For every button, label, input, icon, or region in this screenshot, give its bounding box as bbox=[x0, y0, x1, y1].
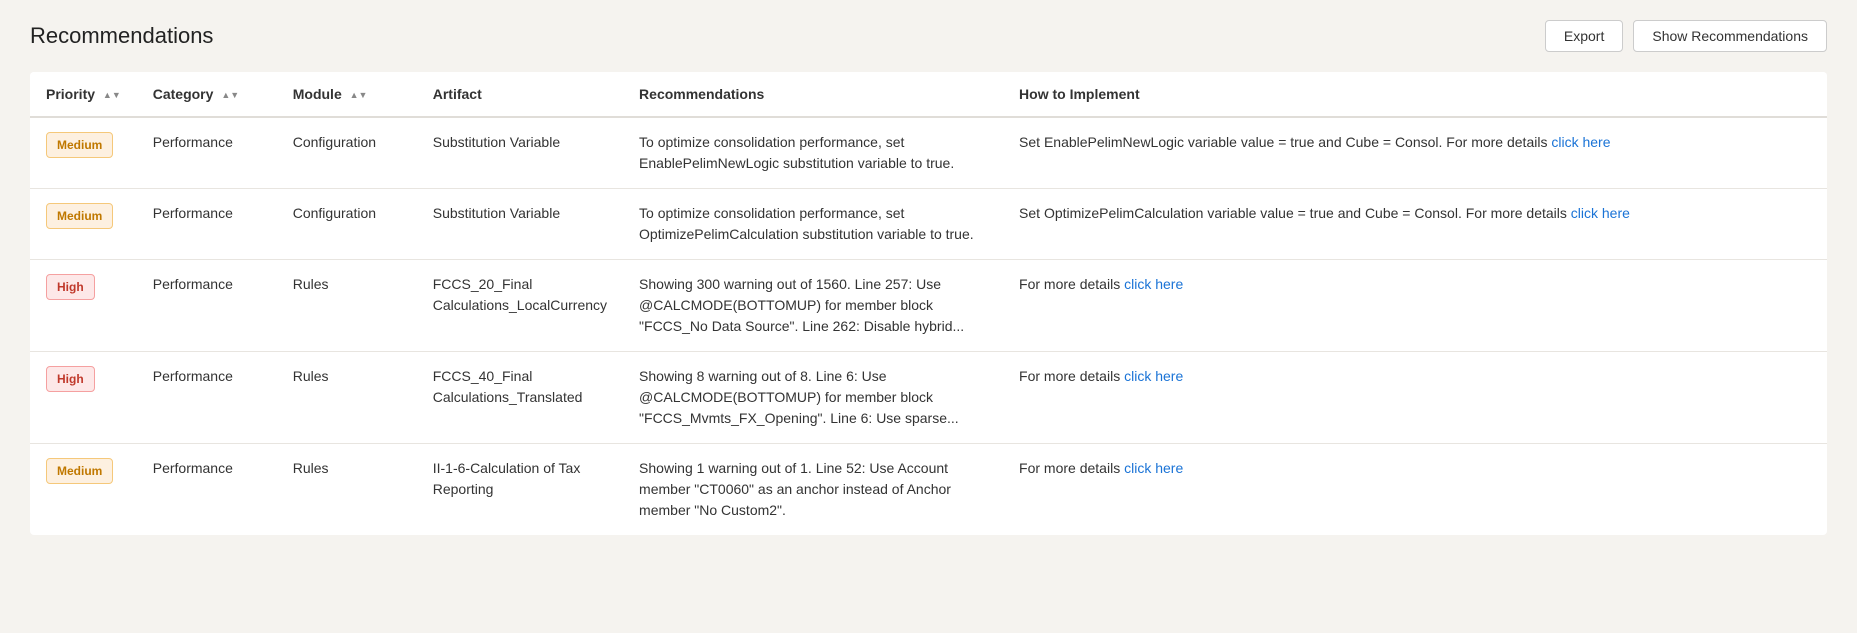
col-header-recommendations: Recommendations bbox=[623, 72, 1003, 117]
cell-artifact: II-1-6-Calculation of Tax Reporting bbox=[417, 444, 623, 536]
cell-category: Performance bbox=[137, 189, 277, 260]
cell-category: Performance bbox=[137, 444, 277, 536]
implement-link[interactable]: click here bbox=[1124, 368, 1183, 384]
table-body: MediumPerformanceConfigurationSubstituti… bbox=[30, 117, 1827, 535]
cell-implement: For more details click here bbox=[1003, 352, 1827, 444]
cell-implement: Set OptimizePelimCalculation variable va… bbox=[1003, 189, 1827, 260]
cell-priority: High bbox=[30, 260, 137, 352]
priority-badge: Medium bbox=[46, 458, 113, 484]
cell-module: Rules bbox=[277, 260, 417, 352]
cell-artifact: Substitution Variable bbox=[417, 189, 623, 260]
header-row: Recommendations Export Show Recommendati… bbox=[30, 20, 1827, 52]
cell-recommendations: To optimize consolidation performance, s… bbox=[623, 189, 1003, 260]
show-recommendations-button[interactable]: Show Recommendations bbox=[1633, 20, 1827, 52]
table-row: High PerformanceRulesFCCS_20_Final Calcul… bbox=[30, 260, 1827, 352]
implement-link[interactable]: click here bbox=[1571, 205, 1630, 221]
cell-artifact: FCCS_20_Final Calculations_LocalCurrency bbox=[417, 260, 623, 352]
table-row: Medium PerformanceConfigurationSubstituti… bbox=[30, 189, 1827, 260]
page-container: Recommendations Export Show Recommendati… bbox=[0, 0, 1857, 633]
cell-module: Rules bbox=[277, 444, 417, 536]
implement-link[interactable]: click here bbox=[1551, 134, 1610, 150]
header-actions: Export Show Recommendations bbox=[1545, 20, 1827, 52]
recommendations-table: Priority ▲▼ Category ▲▼ Module ▲▼ Artifa… bbox=[30, 72, 1827, 535]
table-row: Medium PerformanceConfigurationSubstituti… bbox=[30, 117, 1827, 189]
export-button[interactable]: Export bbox=[1545, 20, 1623, 52]
cell-priority: Medium bbox=[30, 444, 137, 536]
cell-category: Performance bbox=[137, 117, 277, 189]
priority-badge: Medium bbox=[46, 203, 113, 229]
cell-category: Performance bbox=[137, 260, 277, 352]
cell-recommendations: To optimize consolidation performance, s… bbox=[623, 117, 1003, 189]
sort-arrows-category: ▲▼ bbox=[221, 91, 239, 100]
col-header-priority[interactable]: Priority ▲▼ bbox=[30, 72, 137, 117]
cell-implement: For more details click here bbox=[1003, 444, 1827, 536]
table-row: Medium PerformanceRulesII-1-6-Calculation… bbox=[30, 444, 1827, 536]
cell-priority: High bbox=[30, 352, 137, 444]
cell-implement: For more details click here bbox=[1003, 260, 1827, 352]
cell-module: Configuration bbox=[277, 189, 417, 260]
table-header-row: Priority ▲▼ Category ▲▼ Module ▲▼ Artifa… bbox=[30, 72, 1827, 117]
cell-recommendations: Showing 1 warning out of 1. Line 52: Use… bbox=[623, 444, 1003, 536]
priority-badge: High bbox=[46, 274, 95, 300]
cell-module: Configuration bbox=[277, 117, 417, 189]
cell-category: Performance bbox=[137, 352, 277, 444]
cell-artifact: Substitution Variable bbox=[417, 117, 623, 189]
page-title: Recommendations bbox=[30, 23, 213, 49]
table-row: High PerformanceRulesFCCS_40_Final Calcul… bbox=[30, 352, 1827, 444]
priority-badge: Medium bbox=[46, 132, 113, 158]
implement-link[interactable]: click here bbox=[1124, 460, 1183, 476]
sort-arrows-priority: ▲▼ bbox=[103, 91, 121, 100]
cell-implement: Set EnablePelimNewLogic variable value =… bbox=[1003, 117, 1827, 189]
sort-arrows-module: ▲▼ bbox=[350, 91, 368, 100]
cell-recommendations: Showing 8 warning out of 8. Line 6: Use … bbox=[623, 352, 1003, 444]
cell-recommendations: Showing 300 warning out of 1560. Line 25… bbox=[623, 260, 1003, 352]
col-header-implement: How to Implement bbox=[1003, 72, 1827, 117]
col-header-module[interactable]: Module ▲▼ bbox=[277, 72, 417, 117]
implement-link[interactable]: click here bbox=[1124, 276, 1183, 292]
col-header-category[interactable]: Category ▲▼ bbox=[137, 72, 277, 117]
recommendations-table-wrapper: Priority ▲▼ Category ▲▼ Module ▲▼ Artifa… bbox=[30, 72, 1827, 535]
cell-priority: Medium bbox=[30, 189, 137, 260]
col-header-artifact: Artifact bbox=[417, 72, 623, 117]
cell-module: Rules bbox=[277, 352, 417, 444]
priority-badge: High bbox=[46, 366, 95, 392]
cell-artifact: FCCS_40_Final Calculations_Translated bbox=[417, 352, 623, 444]
cell-priority: Medium bbox=[30, 117, 137, 189]
